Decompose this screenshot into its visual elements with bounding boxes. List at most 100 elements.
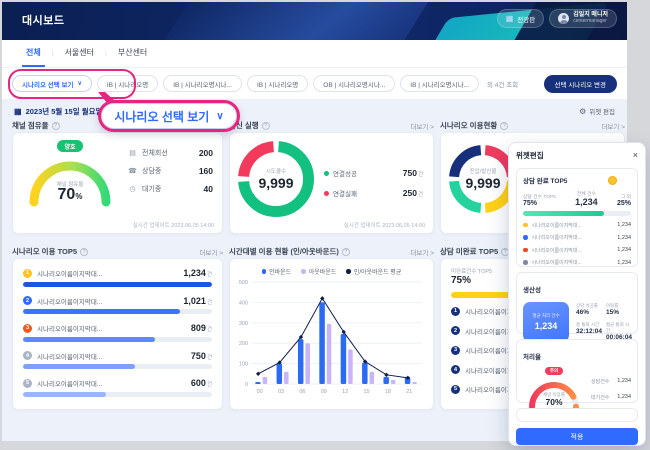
legend-dot: [523, 235, 528, 240]
gear-icon: ⚙: [579, 107, 586, 116]
usage-bar-track: [23, 337, 212, 342]
channel-card-title: 채널 점유율: [12, 120, 49, 131]
svg-text:06: 06: [299, 389, 305, 395]
usage-value: 750건: [191, 351, 212, 361]
panel-stat-label: 상담 건수 TOP5: [523, 193, 556, 200]
legend-label: 연결실패: [333, 188, 357, 198]
legend-dot: [324, 171, 329, 176]
scenario-name: 시나리오이름이지막대...: [532, 259, 582, 266]
svg-text:21: 21: [406, 389, 412, 395]
help-icon[interactable]: ?: [500, 122, 508, 130]
svg-text:0: 0: [245, 382, 248, 388]
scenario-chip[interactable]: IB | 시나리오명시나...: [400, 75, 479, 92]
rate-title: 처리율: [523, 354, 541, 361]
top5-row: 4시나리오이름이지막대...750건: [23, 351, 212, 370]
rank-badge: 4: [23, 351, 32, 360]
svg-text:12: 12: [342, 389, 348, 395]
productivity-stat: 상담 성공률46%: [576, 303, 602, 316]
donut-center-label: 시도콜수: [266, 167, 286, 175]
row-value: 1,234: [617, 260, 631, 266]
more-link[interactable]: 더보기 >: [601, 121, 625, 131]
scenario-name: 시나리오이름이지막대...: [37, 378, 102, 388]
svg-text:00: 00: [257, 389, 263, 395]
legend-label: 아웃바운드: [309, 267, 337, 276]
svg-text:500: 500: [239, 280, 248, 286]
status-badge: 양호: [57, 140, 82, 152]
productivity-highlight-box: 평균 처리 건수 1,234: [523, 302, 569, 342]
scenario-chip[interactable]: IB | 시나리오명: [97, 75, 158, 92]
scenario-name: 시나리오이름이지막대...: [532, 222, 582, 229]
board-button-label: 전광판: [517, 14, 535, 24]
scenario-select-callout[interactable]: 시나리오 선택 보기 ∨: [98, 100, 240, 132]
productivity-title: 생산성: [523, 287, 541, 294]
legend-value: 250건: [403, 188, 423, 198]
close-icon[interactable]: ×: [633, 151, 638, 160]
more-link[interactable]: 더보기 >: [410, 121, 434, 131]
svg-text:18: 18: [385, 389, 391, 395]
more-link[interactable]: 더보기 >: [410, 247, 434, 257]
rank-badge: 1: [23, 269, 32, 278]
panel-widget-time[interactable]: 생산성·평균 통화 시간 평균 통화 시간: [516, 408, 638, 422]
panel-top5-row: 시나리오이름이지막대...1,234: [523, 234, 631, 241]
apply-button[interactable]: 적용: [516, 428, 638, 445]
widget-edit-label: 위젯 편집: [589, 106, 615, 116]
scenario-chip[interactable]: IB | 시나리오명: [247, 75, 308, 92]
board-button[interactable]: ▦ 전광판: [497, 9, 545, 28]
channel-stat-row: ▤전체회선200: [128, 148, 213, 158]
channel-stats: ▤전체회선200☎상담중160◷대기중40: [118, 140, 213, 226]
stat-value: 160: [199, 166, 213, 176]
rank-badge: 3: [451, 346, 460, 355]
legend-dot: [301, 269, 306, 274]
filter-chips: IB | 시나리오명 IB | 시나리오명시나... IB | 시나리오명 OB | …: [97, 75, 479, 92]
panel-title: 위젯편집: [516, 150, 544, 161]
panel-top5-row: 시나리오이름이지막대...1,234: [523, 247, 631, 254]
usage-bar-track: [23, 392, 212, 397]
help-icon[interactable]: ?: [342, 248, 350, 256]
more-link[interactable]: 더보기 >: [199, 247, 223, 257]
legend-dot: [262, 269, 267, 274]
tab-center-2[interactable]: 부산센터: [114, 40, 151, 67]
tab-center-1[interactable]: 서울센터: [61, 40, 98, 67]
row-value: 1,234: [617, 222, 631, 228]
change-scenario-button[interactable]: 선택 시나리오 변경: [544, 75, 617, 93]
stat-value: 46%: [576, 309, 602, 316]
help-icon[interactable]: ?: [80, 248, 88, 256]
legend-item: 연결성공750건: [324, 168, 423, 178]
user-menu-button[interactable]: 김일지 매니저 centermanager: [549, 9, 617, 28]
help-icon[interactable]: ?: [262, 122, 270, 130]
stat-label: 대기중: [142, 184, 161, 194]
panel-widget-rate[interactable]: 처리율 주의 채널 이용: [516, 339, 638, 403]
scenario-chip[interactable]: OB | 시나리오명시나...: [313, 75, 395, 92]
scenario-select-label: 시나리오 선택 보기: [22, 79, 73, 89]
panel-widget-top5[interactable]: 상담 완료 TOP5 상담 건수 TOP5 75% 전체 건수 1,234 그 …: [516, 168, 638, 267]
svg-text:300: 300: [239, 321, 248, 327]
rank-badge: 5: [23, 379, 32, 388]
rank-badge: 5: [451, 385, 460, 394]
scenario-select-dropdown[interactable]: 시나리오 선택 보기 ∨: [12, 75, 92, 92]
tab-all[interactable]: 전체: [22, 40, 45, 67]
stat-label: 전체회선: [142, 148, 168, 158]
usage-value: 600건: [191, 378, 212, 388]
legend-label: 인/아웃바운드 평균: [354, 267, 402, 276]
hourly-usage-card: 시간대별 이용 현황 (인/아웃바운드) ? 더보기 > 인바운드아웃바운드인/…: [229, 245, 434, 410]
rank-badge: 3: [23, 324, 32, 333]
avatar: [558, 13, 569, 24]
panel-widget-productivity[interactable]: 생산성 평균 처리 건수 1,234 상담 성공률46%이탈률15%총 통화 시…: [516, 272, 638, 334]
panel-top5-row: 시나리오이름이지막대... 1,234: [523, 259, 631, 266]
panel-progress-track: [523, 211, 631, 216]
scenario-name: 시나리오이름이지막대...: [37, 323, 102, 333]
rate-stat-row: 상담건수1,234: [591, 378, 631, 385]
productivity-stats: 상담 성공률46%이탈률15%총 통화 시간32:12:04평균 통화 시간00…: [576, 302, 632, 342]
scenario-top5-rows: 1시나리오이름이지막대...1,234건2시나리오이름이지막대...1,021건…: [12, 258, 223, 410]
usage-value: 809건: [191, 323, 212, 333]
updated-timestamp: 실시간 업데이트 2023.06.05 14:00: [344, 221, 425, 229]
top-bar-actions: ▦ 전광판 김일지 매니저 centermanager: [497, 9, 617, 28]
legend-dot: [523, 223, 528, 228]
panel-progress-fill: [523, 211, 604, 216]
usage-bar-fill: [23, 392, 106, 397]
panel-total-value: 1,234: [556, 197, 617, 207]
help-icon[interactable]: ?: [52, 122, 60, 130]
panel-top5-row: 시나리오이름이지막대... 1,234: [523, 222, 631, 229]
scenario-chip[interactable]: IB | 시나리오명시나...: [163, 75, 242, 92]
widget-edit-link[interactable]: ⚙ 위젯 편집: [579, 106, 615, 116]
